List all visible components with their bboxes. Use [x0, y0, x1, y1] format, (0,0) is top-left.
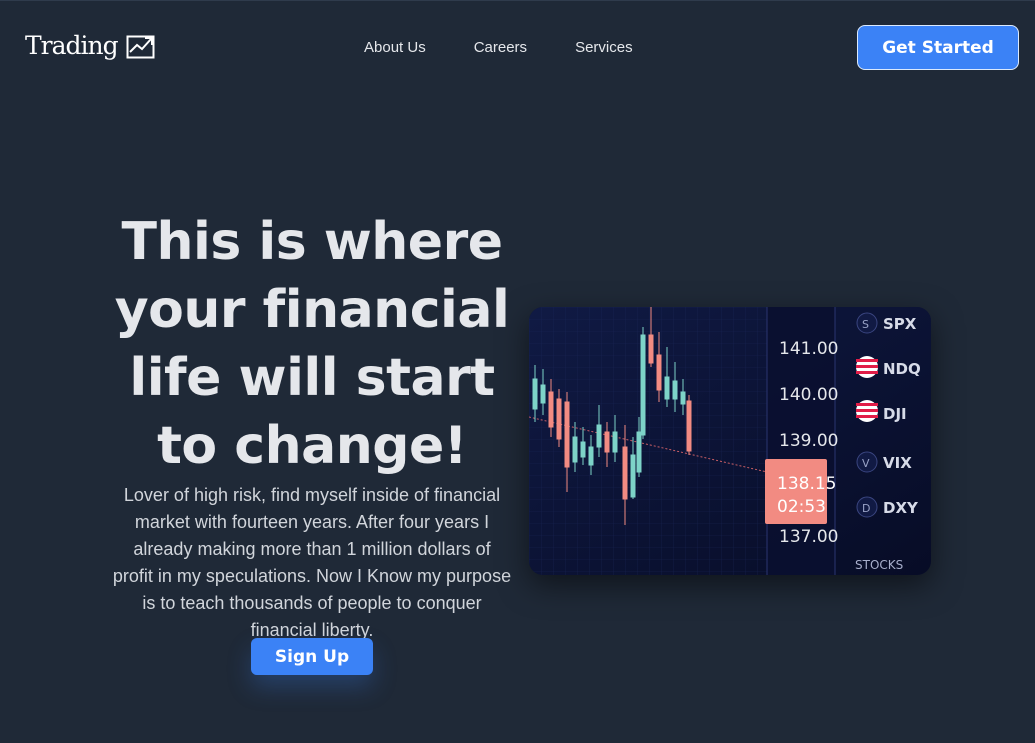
nav-link-services[interactable]: Services — [575, 39, 633, 56]
current-price-label: 138.15 — [777, 474, 836, 494]
ticker-dji: DJI — [883, 405, 907, 423]
nav-link-about-us[interactable]: About Us — [364, 39, 426, 56]
trend-chart-icon — [126, 35, 155, 58]
candlestick-chart-graphic: 141.00 140.00 139.00 137.00 138.15 02:53… — [529, 307, 931, 575]
ticker-vix: VIX — [883, 454, 912, 472]
ticker-ndq: NDQ — [883, 360, 921, 378]
nav-links: About Us Careers Services — [364, 39, 633, 56]
price-label-137: 137.00 — [779, 527, 838, 547]
price-label-140: 140.00 — [779, 385, 838, 405]
ticker-dxy: DXY — [883, 499, 919, 517]
stocks-label: STOCKS — [855, 558, 903, 572]
svg-text:S: S — [862, 318, 869, 331]
sign-up-button[interactable]: Sign Up — [251, 638, 373, 675]
current-time-label: 02:53 — [777, 497, 826, 517]
get-started-button[interactable]: Get Started — [857, 25, 1019, 70]
logo[interactable]: Trading — [25, 31, 156, 60]
price-label-141: 141.00 — [779, 339, 838, 359]
hero-headline: This is where your financial life will s… — [114, 212, 510, 476]
price-label-139: 139.00 — [779, 431, 838, 451]
hero-section: This is where your financial life will s… — [112, 208, 512, 644]
svg-text:D: D — [862, 502, 870, 515]
navbar: Trading About Us Careers Services Get St… — [0, 1, 1035, 96]
trading-chart-image: 141.00 140.00 139.00 137.00 138.15 02:53… — [529, 307, 931, 575]
hero-description: Lover of high risk, find myself inside o… — [112, 485, 512, 640]
nav-link-careers[interactable]: Careers — [474, 39, 527, 56]
svg-text:V: V — [862, 457, 870, 470]
ticker-spx: SPX — [883, 315, 917, 333]
logo-text: Trading — [25, 31, 119, 60]
